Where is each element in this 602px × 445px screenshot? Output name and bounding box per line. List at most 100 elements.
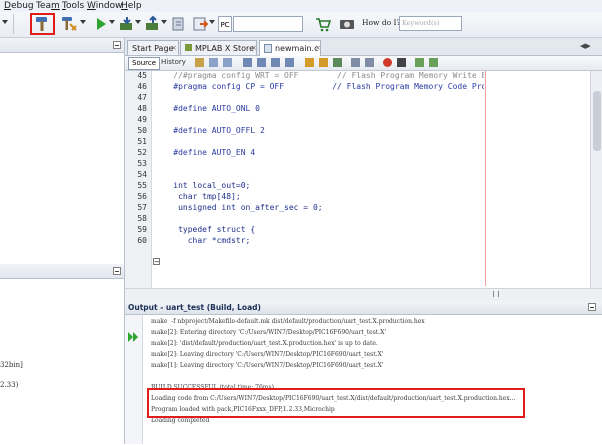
output-line: make -f nbproject/Makefile-default.mk di…	[151, 318, 425, 325]
dropdown-arrow-icon[interactable]	[80, 20, 86, 24]
code-line[interactable]: #define AUTO_OFFL 2	[154, 125, 484, 136]
code-line[interactable]	[154, 169, 484, 180]
line-number: 56	[137, 192, 147, 201]
code-line[interactable]: typedef struct {	[154, 224, 484, 235]
fold-toggle-icon[interactable]: −	[153, 258, 160, 266]
left-panel: 32bin] 2.33)	[0, 38, 125, 444]
dropdown-arrow-icon[interactable]	[109, 20, 115, 24]
build-result-highlight	[147, 388, 525, 418]
minimize-icon[interactable]	[113, 267, 121, 275]
code-line[interactable]	[154, 213, 484, 224]
editor-scrollbar[interactable]	[590, 71, 602, 288]
left-panel-header	[0, 38, 124, 53]
pc-field[interactable]	[233, 16, 303, 32]
menu-debug[interactable]: Debug	[4, 0, 34, 12]
output-header: Output - uart_test (Build, Load)	[125, 301, 602, 315]
code-line[interactable]	[154, 92, 484, 103]
line-number: 49	[137, 115, 147, 124]
history-tab[interactable]: History	[161, 57, 186, 68]
line-number: 50	[137, 126, 147, 135]
toggle-bookmark-icon[interactable]	[333, 58, 342, 67]
code-line[interactable]: unsigned int on_after_sec = 0;	[154, 202, 484, 213]
line-number: 60	[137, 236, 147, 245]
horizontal-scrollbar[interactable]	[125, 288, 602, 301]
read-device-icon[interactable]	[144, 15, 162, 33]
close-icon[interactable]: ×	[171, 44, 177, 52]
minimize-icon[interactable]	[113, 41, 121, 49]
line-number: 53	[137, 159, 147, 168]
dropdown-arrow-icon[interactable]	[135, 20, 141, 24]
code-line[interactable]: #define AUTO_ONL 0	[154, 103, 484, 114]
hold-reset-icon[interactable]	[170, 15, 188, 33]
how-do-i-label: How do I?	[362, 18, 401, 27]
find-prev-icon[interactable]	[257, 58, 266, 67]
menu-tools[interactable]: Tools	[62, 0, 84, 12]
grip-icon[interactable]	[493, 291, 499, 297]
build-hammer-icon[interactable]	[33, 15, 51, 33]
line-number: 45	[137, 71, 147, 80]
start-macro-icon[interactable]	[383, 58, 392, 67]
code-area[interactable]: //#pragma config WRT = OFF // Flash Prog…	[154, 70, 484, 288]
tab-mplab-x-store[interactable]: MPLAB X Store	[180, 40, 257, 55]
menu-window[interactable]: Window	[87, 0, 123, 12]
back-icon[interactable]	[209, 58, 218, 67]
code-line[interactable]: #define AUTO_EN 4	[154, 147, 484, 158]
run-icon[interactable]	[92, 15, 110, 33]
code-line[interactable]: #pragma config CP = OFF // Flash Program…	[154, 81, 484, 92]
dropdown-arrow-icon[interactable]	[161, 20, 167, 24]
find-icon[interactable]	[243, 58, 252, 67]
close-icon[interactable]: ×	[251, 44, 257, 52]
right-margin-guide	[485, 71, 486, 286]
output-line: make[2]: Leaving directory 'C:/Users/WIN…	[151, 351, 384, 358]
scroll-tabs-left-icon[interactable]: ◀▶	[580, 42, 591, 50]
camera-icon[interactable]	[338, 15, 356, 33]
menu-help[interactable]: Help	[121, 0, 142, 12]
output-line: make[2]: Entering directory 'C:/Users/WI…	[151, 329, 387, 336]
find-next-icon[interactable]	[271, 58, 280, 67]
code-line[interactable]	[154, 158, 484, 169]
output-title: Output - uart_test (Build, Load)	[128, 303, 261, 312]
uncomment-icon[interactable]	[429, 58, 438, 67]
tab-label: Start Page	[132, 44, 174, 53]
keyword-search-input[interactable]: Keyword(s)	[399, 16, 462, 31]
cart-icon[interactable]	[314, 15, 332, 33]
line-numbers: 45 46 47 48 49 50 51 52 53 54 55 56 57 58 59 60	[127, 70, 147, 246]
program-device-icon[interactable]	[118, 15, 136, 33]
shift-left-icon[interactable]	[351, 58, 360, 67]
rerun-icon[interactable]	[128, 327, 139, 346]
toggle-highlight-icon[interactable]	[285, 58, 294, 67]
code-line[interactable]	[154, 114, 484, 125]
comment-icon[interactable]	[415, 58, 424, 67]
dropdown-arrow-icon[interactable]	[209, 20, 215, 24]
line-number: 58	[137, 214, 147, 223]
make-load-icon[interactable]	[192, 15, 210, 33]
pc-label: PC	[218, 16, 232, 32]
forward-icon[interactable]	[223, 58, 232, 67]
tab-label: newmain.c	[275, 44, 319, 53]
left-lower-panel-header	[0, 264, 124, 279]
code-line[interactable]: int local_out=0;	[154, 180, 484, 191]
stop-macro-icon[interactable]	[397, 58, 406, 67]
line-number: 52	[137, 148, 147, 157]
close-icon[interactable]: ×	[315, 44, 321, 52]
code-line[interactable]: //#pragma config WRT = OFF // Flash Prog…	[154, 70, 484, 81]
menu-team[interactable]: Team	[36, 0, 60, 12]
code-line[interactable]: char *cmdstr;	[154, 235, 484, 246]
last-edit-icon[interactable]	[195, 58, 204, 67]
source-tab[interactable]: Source	[128, 57, 161, 70]
store-icon	[185, 44, 192, 51]
scrollbar-thumb[interactable]	[593, 91, 601, 151]
prev-bookmark-icon[interactable]	[305, 58, 314, 67]
shift-right-icon[interactable]	[365, 58, 374, 67]
next-bookmark-icon[interactable]	[319, 58, 328, 67]
minimize-icon[interactable]	[588, 303, 596, 311]
line-number: 47	[137, 93, 147, 102]
dropdown-arrow-icon[interactable]	[2, 20, 8, 24]
code-line[interactable]: char tmp[48];	[154, 191, 484, 202]
clean-build-icon[interactable]	[60, 15, 78, 33]
code-line[interactable]	[154, 136, 484, 147]
line-number: 54	[137, 170, 147, 179]
tab-newmain[interactable]: newmain.c	[259, 40, 321, 56]
line-number: 51	[137, 137, 147, 146]
